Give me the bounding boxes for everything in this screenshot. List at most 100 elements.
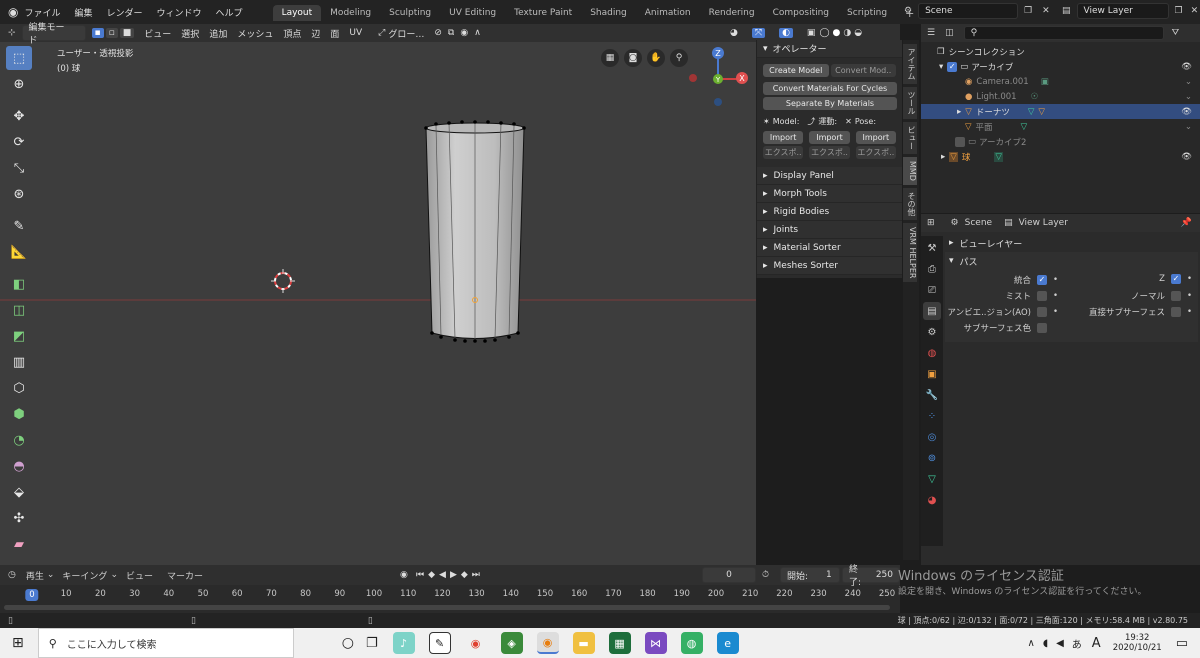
scale-tool-icon[interactable]: ⤡	[6, 156, 32, 180]
blender-taskbar-icon[interactable]: ◉	[536, 632, 559, 654]
constraints-props-icon[interactable]: ⊚	[923, 449, 941, 467]
section-material-sorter[interactable]: ▸ Material Sorter	[757, 239, 902, 257]
modifier-props-icon[interactable]: 🔧	[923, 386, 941, 404]
filter-icon[interactable]: ⛛	[1172, 28, 1180, 38]
section-rigid-bodies[interactable]: ▸ Rigid Bodies	[757, 203, 902, 221]
scene-field[interactable]: Scene	[918, 3, 1019, 19]
end-frame-field[interactable]: 終了: 250	[842, 565, 900, 588]
app-green-circle-icon[interactable]: ◍	[680, 632, 703, 654]
transform-orientation-select[interactable]: グロー…	[388, 27, 424, 40]
windows-start-icon[interactable]: ⊞	[12, 635, 24, 651]
outliner-type-icon[interactable]: ☰	[927, 28, 935, 38]
tab-compositing[interactable]: Compositing	[764, 5, 838, 21]
pass-direct-subsurface[interactable]: 直接サブサーフェス •	[1089, 306, 1192, 318]
import-motion-button[interactable]: Import	[809, 131, 850, 144]
outliner-search-input[interactable]: ⚲	[963, 26, 1164, 40]
tab-sculpting[interactable]: Sculpting	[380, 5, 440, 21]
tab-layout[interactable]: Layout	[272, 5, 322, 21]
material-shading-icon[interactable]: ◑	[843, 28, 851, 38]
export-model-button[interactable]: エクスポ..	[763, 146, 804, 159]
menu-select[interactable]: 選択	[181, 27, 199, 40]
shrink-tool-icon[interactable]: ✣	[6, 506, 32, 530]
tab-view[interactable]: ビュー	[903, 122, 917, 154]
rendered-shading-icon[interactable]: ◒	[854, 28, 862, 38]
checkbox-icon[interactable]: ✓	[1036, 275, 1047, 285]
import-pose-button[interactable]: Import	[855, 131, 896, 144]
output-props-icon[interactable]: ⎚	[923, 281, 941, 299]
tab-vrm-helper[interactable]: VRM HELPER	[903, 222, 917, 283]
pass-normal[interactable]: ノーマル •	[1131, 290, 1192, 302]
checkbox-icon[interactable]	[1036, 307, 1047, 317]
ime-mode[interactable]: A	[1092, 636, 1101, 651]
grid-view-icon[interactable]: ▦	[601, 49, 619, 67]
section-passes[interactable]: ▾ パス	[945, 252, 1198, 270]
physics-props-icon[interactable]: ◎	[923, 428, 941, 446]
tab-tool[interactable]: ツール	[903, 87, 917, 119]
checkbox-icon[interactable]: ✓	[947, 61, 958, 72]
outliner-scene-collection[interactable]: ❒ シーンコレクション	[921, 44, 1200, 59]
xray-icon[interactable]: ▣	[807, 28, 816, 38]
timeline-scrollbar[interactable]	[4, 605, 890, 610]
outliner-row-archive[interactable]: ▾ ✓ ▭ アーカイブ 👁	[921, 59, 1200, 74]
snap-icon[interactable]: ⧉	[448, 28, 454, 38]
new-view-layer-icon[interactable]: ❐	[1175, 6, 1183, 16]
menu-help[interactable]: ヘルプ	[216, 6, 243, 19]
miku-app-icon[interactable]: ♪	[392, 632, 415, 654]
eye-closed-icon[interactable]: ⌄	[1185, 122, 1192, 132]
operator-header[interactable]: ▾ オペレーター	[757, 40, 902, 58]
pan-hand-icon[interactable]: ✋	[647, 49, 665, 67]
menu-edge[interactable]: 辺	[311, 27, 320, 40]
checkbox-icon[interactable]	[1036, 323, 1047, 333]
view-layer-field[interactable]: View Layer	[1076, 3, 1169, 19]
render-props-icon[interactable]: ⎙	[923, 260, 941, 278]
visibility-icon[interactable]: ◕	[730, 28, 738, 38]
zoom-icon[interactable]: ⚲	[670, 49, 688, 67]
inset-tool-icon[interactable]: ◫	[6, 298, 32, 322]
timeline-type-icon[interactable]: ◷	[8, 570, 16, 580]
section-morph-tools[interactable]: ▸ Morph Tools	[757, 185, 902, 203]
green-app-icon[interactable]: ◈	[500, 632, 523, 654]
tray-chevron-icon[interactable]: ∧	[1027, 638, 1034, 649]
record-button[interactable]: ◉	[400, 570, 408, 580]
outliner-row-donut[interactable]: ▸ ▽ ドーナツ ▽ ▽ 👁	[921, 104, 1200, 119]
particles-props-icon[interactable]: ⁘	[923, 407, 941, 425]
poly-build-tool-icon[interactable]: ⬢	[6, 402, 32, 426]
camera-view-icon[interactable]: ◙	[624, 49, 642, 67]
cortana-icon[interactable]: ○	[342, 635, 354, 651]
extrude-tool-icon[interactable]: ◧	[6, 272, 32, 296]
transform-orientation-icon[interactable]: ⤢	[378, 28, 385, 38]
material-props-icon[interactable]: ◕	[923, 491, 941, 509]
loop-cut-tool-icon[interactable]: ▥	[6, 350, 32, 374]
tab-texture-paint[interactable]: Texture Paint	[505, 5, 581, 21]
pass-z[interactable]: Z ✓ •	[1159, 274, 1192, 284]
close-scene-icon[interactable]: ✕	[1042, 6, 1050, 16]
outliner-row-camera[interactable]: ◉ Camera.001 ▣ ⌄	[921, 74, 1200, 89]
checkbox-icon[interactable]	[1170, 307, 1181, 317]
chrome-icon[interactable]: ◉	[464, 632, 487, 654]
frame-ruler[interactable]: 0 10 20 30 40 50 60 70 80 90 100 110 120 130 140 150 160…	[0, 588, 900, 604]
checkbox-icon[interactable]: ✓	[1170, 274, 1181, 284]
editor-type-icon[interactable]: ⊹	[8, 28, 16, 38]
tab-rendering[interactable]: Rendering	[700, 5, 764, 21]
transform-tool-icon[interactable]: ⊛	[6, 182, 32, 206]
eye-icon[interactable]: 👁	[1181, 107, 1192, 117]
vertex-select-icon[interactable]: ▪	[91, 28, 104, 38]
create-model-button[interactable]: Create Model	[763, 64, 829, 77]
3d-viewport[interactable]: Z X Y ユーザー・透視投影 (0) 球 ▦ ◙ ✋ ⚲	[0, 24, 756, 565]
eye-closed-icon[interactable]: ⌄	[1185, 77, 1192, 87]
menu-edit[interactable]: 編集	[75, 6, 93, 19]
menu-face[interactable]: 面	[330, 27, 339, 40]
section-view-layer[interactable]: ▸ ビューレイヤー	[945, 234, 1198, 252]
speaker-icon[interactable]: ◀	[1056, 638, 1064, 649]
menu-add[interactable]: 追加	[209, 27, 227, 40]
outliner-row-plane[interactable]: ▽ 平面 ▽ ⌄	[921, 119, 1200, 134]
menu-file[interactable]: ファイル	[24, 6, 60, 19]
app-icon[interactable]: ✎	[428, 632, 451, 654]
import-model-button[interactable]: Import	[763, 131, 804, 144]
menu-uv[interactable]: UV	[349, 28, 362, 38]
section-display-panel[interactable]: ▸ Display Panel	[757, 167, 902, 185]
move-tool-icon[interactable]: ✥	[6, 104, 32, 128]
close-view-layer-icon[interactable]: ✕	[1191, 6, 1199, 16]
marker-menu[interactable]: マーカー	[167, 569, 203, 582]
annotate-tool-icon[interactable]: ✎	[6, 214, 32, 238]
